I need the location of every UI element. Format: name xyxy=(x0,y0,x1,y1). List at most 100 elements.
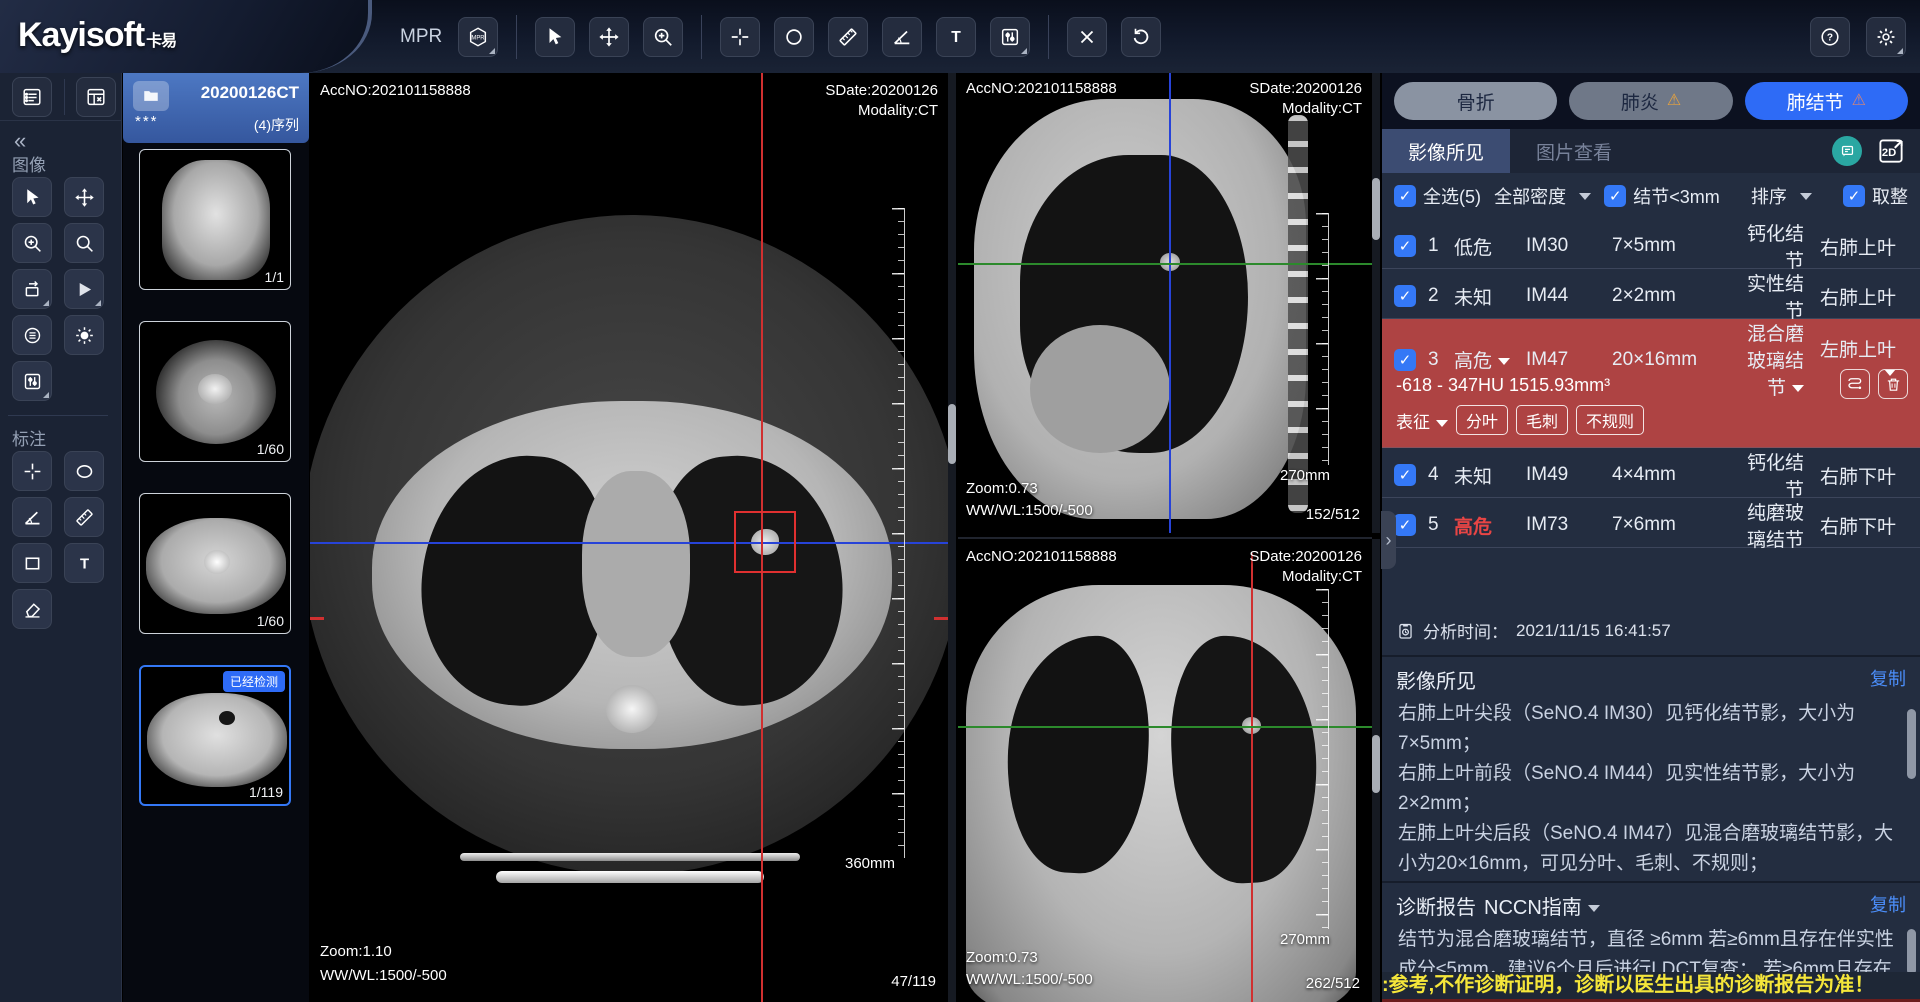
close-layout-tab[interactable] xyxy=(76,77,116,117)
nodule-row-4[interactable]: 4 未知 IM49 4×4mm 钙化结节 右肺下叶 xyxy=(1382,448,1920,498)
text-tool-button[interactable]: T xyxy=(936,17,976,57)
checkbox[interactable] xyxy=(1394,349,1416,371)
sagittal-reference-line[interactable] xyxy=(310,542,948,544)
density-filter-dropdown[interactable]: 全部密度 xyxy=(1487,183,1598,209)
delete-nodule-button[interactable] xyxy=(1878,369,1908,399)
coronal-scrollbar-thumb[interactable] xyxy=(1372,735,1380,793)
sagittal-scrollbar-track[interactable] xyxy=(1372,73,1380,533)
sidebar-ellipse-button[interactable] xyxy=(64,451,104,491)
axial-viewport[interactable]: 360mm AccNO:202101158888 SDate:20200126 … xyxy=(310,73,948,1002)
sidebar-collapse-button[interactable]: « xyxy=(14,131,26,151)
zoom-in-icon xyxy=(652,26,674,48)
sidebar-ruler-button[interactable] xyxy=(64,497,104,537)
sidebar-rotate-button[interactable] xyxy=(12,269,52,309)
sidebar-rectangle-button[interactable] xyxy=(12,543,52,583)
ellipse-tool-button[interactable] xyxy=(774,17,814,57)
thumbnail-series-3[interactable]: 1/60 xyxy=(139,493,291,634)
guideline-dropdown[interactable]: NCCN指南 xyxy=(1484,891,1600,920)
checkbox[interactable] xyxy=(1394,514,1416,536)
lt3mm-checkbox[interactable]: 结节<3mm xyxy=(1604,183,1720,209)
pan-tool-button[interactable] xyxy=(589,17,629,57)
feature-dropdown[interactable]: 表征 xyxy=(1396,408,1448,433)
detected-badge: 已经检测 xyxy=(223,671,285,692)
angle-tool-button[interactable] xyxy=(882,17,922,57)
axial-scrollbar-track[interactable] xyxy=(948,73,956,1002)
sidebar-zoom-in-button[interactable] xyxy=(12,223,52,263)
checkbox[interactable] xyxy=(1394,235,1416,257)
delete-annotation-button[interactable] xyxy=(1067,17,1107,57)
thumbnail-series-2[interactable]: 1/60 xyxy=(139,321,291,462)
mpr-layout-button[interactable]: MPR xyxy=(458,17,498,57)
round-checkbox[interactable]: 取整 xyxy=(1843,183,1908,209)
coronal-reference-line[interactable] xyxy=(1169,73,1171,533)
sidebar-window-level-button[interactable] xyxy=(12,361,52,401)
checkbox[interactable] xyxy=(1604,185,1626,207)
sidebar-pan-button[interactable] xyxy=(64,177,104,217)
help-button[interactable]: ? xyxy=(1810,17,1850,57)
zoom-in-tool-button[interactable] xyxy=(643,17,683,57)
axial-scrollbar-thumb[interactable] xyxy=(948,404,956,464)
sidebar-crosshair-button[interactable] xyxy=(12,451,52,491)
rotate-reset-button[interactable] xyxy=(1121,17,1161,57)
sort-dropdown[interactable]: 排序 xyxy=(1726,183,1837,209)
nodule-row-2[interactable]: 2 未知 IM44 2×2mm 实性结节 右肺上叶 xyxy=(1382,269,1920,319)
cursor-tool-button[interactable] xyxy=(535,17,575,57)
sidebar-invert-button[interactable] xyxy=(12,315,52,355)
panel-collapse-handle[interactable]: › xyxy=(1381,511,1396,569)
sidebar-text-button[interactable]: T xyxy=(64,543,104,583)
series-list-tab[interactable] xyxy=(12,77,52,117)
sidebar-brightness-button[interactable] xyxy=(64,315,104,355)
nodule-risk: 未知 xyxy=(1454,462,1526,489)
sagittal-viewport[interactable]: 270mm AccNO:202101158888 SDate:20200126 … xyxy=(958,73,1372,533)
thumbnail-series-4-selected[interactable]: 已经检测 1/119 xyxy=(139,665,291,806)
nodule-roi-box[interactable] xyxy=(734,511,796,573)
mode-lung-nodule-button[interactable]: 肺结节 ⚠ xyxy=(1745,82,1908,120)
sidebar-cursor-button[interactable] xyxy=(12,177,52,217)
clipboard-clock-icon xyxy=(1396,621,1415,640)
mode-pneumonia-button[interactable]: 肺炎 ⚠ xyxy=(1569,82,1732,120)
feature-tag-irregular[interactable]: 不规则 xyxy=(1576,405,1644,435)
sidebar-eraser-button[interactable] xyxy=(12,589,52,629)
window-level-tool-button[interactable] xyxy=(990,17,1030,57)
tab-image-view[interactable]: 图片查看 xyxy=(1510,129,1638,173)
locate-nodule-button[interactable] xyxy=(1840,369,1870,399)
nodule-location: 右肺上叶 xyxy=(1812,233,1908,260)
checkbox[interactable] xyxy=(1394,464,1416,486)
nodule-row-5[interactable]: 5 高危 IM73 7×6mm 纯磨玻璃结节 右肺下叶 xyxy=(1382,498,1920,548)
settings-button[interactable] xyxy=(1866,17,1906,57)
findings-scrollbar-thumb[interactable] xyxy=(1907,709,1916,779)
feature-tag-lobulation[interactable]: 分叶 xyxy=(1456,405,1508,435)
2d-view-toggle-button[interactable]: 2D xyxy=(1876,136,1906,166)
sidebar-magnify-button[interactable] xyxy=(64,223,104,263)
open-study-button[interactable] xyxy=(133,81,169,111)
sidebar-cine-button[interactable] xyxy=(64,269,104,309)
report-chat-button[interactable] xyxy=(1832,136,1862,166)
slice-counter: 47/119 xyxy=(891,972,936,992)
sagittal-scrollbar-thumb[interactable] xyxy=(1372,178,1380,240)
report-scrollbar-thumb[interactable] xyxy=(1907,929,1916,975)
coronal-viewport[interactable]: 270mm AccNO:202101158888 SDate:20200126 … xyxy=(958,537,1372,1002)
mode-fracture-button[interactable]: 骨折 xyxy=(1394,82,1557,120)
scout-image xyxy=(162,160,270,280)
sidebar-angle-button[interactable] xyxy=(12,497,52,537)
nodule-row-1[interactable]: 1 低危 IM30 7×5mm 钙化结节 右肺上叶 xyxy=(1382,219,1920,269)
checkbox[interactable] xyxy=(1394,185,1416,207)
checkbox[interactable] xyxy=(1394,285,1416,307)
toolbar-separator xyxy=(516,15,517,59)
checkbox[interactable] xyxy=(1843,185,1865,207)
thumbnail-scout[interactable]: 1/1 xyxy=(139,149,291,290)
feature-tag-spiculation[interactable]: 毛刺 xyxy=(1516,405,1568,435)
copy-report-button[interactable]: 复制 xyxy=(1870,891,1906,917)
crosshair-tool-button[interactable] xyxy=(720,17,760,57)
nodule-size: 2×2mm xyxy=(1612,285,1740,307)
axial-reference-line[interactable] xyxy=(958,263,1372,265)
nodule-row-3-selected[interactable]: 3 高危 IM47 20×16mm 混合磨玻璃结节 左肺上叶 -618 - 34… xyxy=(1382,319,1920,448)
ruler-tool-button[interactable] xyxy=(828,17,868,57)
copy-findings-button[interactable]: 复制 xyxy=(1870,665,1906,691)
top-toolbar: Kayisoft卡易 MPR MPR xyxy=(0,0,1920,73)
select-all-checkbox[interactable]: 全选(5) xyxy=(1394,183,1481,209)
axial-reference-line[interactable] xyxy=(958,726,1372,728)
nodule-location: 右肺下叶 xyxy=(1812,512,1908,539)
tab-image-findings[interactable]: 影像所见 xyxy=(1382,129,1510,173)
sagittal-reference-line[interactable] xyxy=(1251,553,1253,1002)
